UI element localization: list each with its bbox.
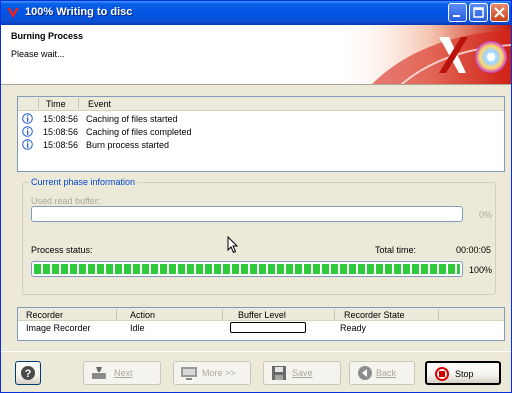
event-log-header: Time Event [18, 97, 504, 111]
process-status-label: Process status: [31, 245, 93, 255]
minimize-button[interactable] [448, 3, 467, 22]
back-arrow-icon [358, 366, 372, 380]
recorder-action: Idle [130, 323, 145, 333]
column-header-event[interactable]: Event [88, 99, 111, 109]
burn-progress-window: 100% Writing to disc Burning Process Ple… [0, 0, 512, 393]
more-button-label: More >> [202, 368, 236, 378]
log-event: Caching of files completed [86, 127, 192, 137]
maximize-icon [473, 7, 484, 18]
close-button[interactable] [490, 3, 509, 22]
recorder-list-header: Recorder Action Buffer Level Recorder St… [18, 308, 504, 321]
log-row[interactable]: 15:08:56 Caching of files started [18, 113, 504, 126]
bottom-button-bar: ? Next More >> Save Back Stop [1, 351, 511, 392]
back-button[interactable]: Back [349, 361, 415, 385]
log-time: 15:08:56 [43, 114, 79, 124]
help-icon: ? [21, 366, 35, 380]
stop-button[interactable]: Stop [425, 361, 501, 385]
log-time: 15:08:56 [43, 140, 79, 150]
help-button[interactable]: ? [15, 361, 41, 385]
recorder-name: Image Recorder [26, 323, 91, 333]
used-buffer-label: Used read buffer: [31, 196, 101, 206]
header-title: Burning Process [11, 31, 84, 41]
log-event: Caching of files started [86, 114, 178, 124]
stop-icon [435, 367, 449, 381]
total-time-value: 00:00:05 [456, 245, 492, 255]
progress-percent: 100% [469, 265, 493, 275]
svg-text:?: ? [25, 368, 32, 380]
info-icon [22, 139, 33, 150]
column-divider [116, 309, 117, 320]
used-buffer-percent: 0% [479, 210, 493, 220]
column-header-action[interactable]: Action [130, 310, 155, 320]
log-event: Burn process started [86, 140, 170, 150]
minimize-icon [453, 15, 460, 17]
monitor-icon [181, 367, 197, 380]
progress-fill [34, 264, 460, 274]
group-title: Current phase information [29, 177, 138, 187]
info-icon [22, 126, 33, 137]
floppy-save-icon [272, 366, 286, 380]
column-divider [334, 309, 335, 320]
mouse-cursor-icon [227, 236, 239, 254]
recorder-state: Ready [340, 323, 367, 333]
column-divider [38, 98, 39, 109]
burn-drive-icon [92, 367, 106, 379]
maximize-button[interactable] [469, 3, 488, 22]
nero-app-icon [7, 8, 19, 18]
window-title: 100% Writing to disc [25, 6, 133, 18]
header-subtitle: Please wait... [11, 49, 65, 59]
used-buffer-bar [31, 206, 463, 222]
column-header-buffer-level[interactable]: Buffer Level [238, 310, 286, 320]
column-header-recorder[interactable]: Recorder [26, 310, 63, 320]
process-progress-bar [31, 261, 463, 277]
save-button-label: Save [292, 368, 313, 378]
close-icon [494, 7, 505, 18]
log-row[interactable]: 15:08:56 Burn process started [18, 139, 504, 152]
nero-banner-graphic [331, 25, 511, 84]
next-button-label: Next [114, 368, 133, 378]
column-header-time[interactable]: Time [46, 99, 66, 109]
log-time: 15:08:56 [43, 127, 79, 137]
total-time-label: Total time: [375, 245, 417, 255]
column-header-recorder-state[interactable]: Recorder State [344, 310, 405, 320]
stop-button-label: Stop [455, 369, 474, 379]
current-phase-group: Current phase information Used read buff… [22, 177, 496, 295]
column-divider [78, 98, 79, 109]
buffer-level-bar [230, 322, 306, 333]
next-button[interactable]: Next [83, 361, 161, 385]
header-panel: Burning Process Please wait... [1, 25, 511, 85]
event-log-list[interactable]: Time Event 15:08:56 Caching of files sta… [17, 96, 505, 172]
column-divider [438, 309, 439, 320]
back-button-label: Back [376, 368, 397, 378]
log-row[interactable]: 15:08:56 Caching of files completed [18, 126, 504, 139]
column-divider [222, 309, 223, 320]
recorder-list[interactable]: Recorder Action Buffer Level Recorder St… [17, 307, 505, 341]
more-button[interactable]: More >> [173, 361, 251, 385]
save-button[interactable]: Save [263, 361, 341, 385]
title-bar[interactable]: 100% Writing to disc [1, 1, 511, 25]
info-icon [22, 113, 33, 124]
